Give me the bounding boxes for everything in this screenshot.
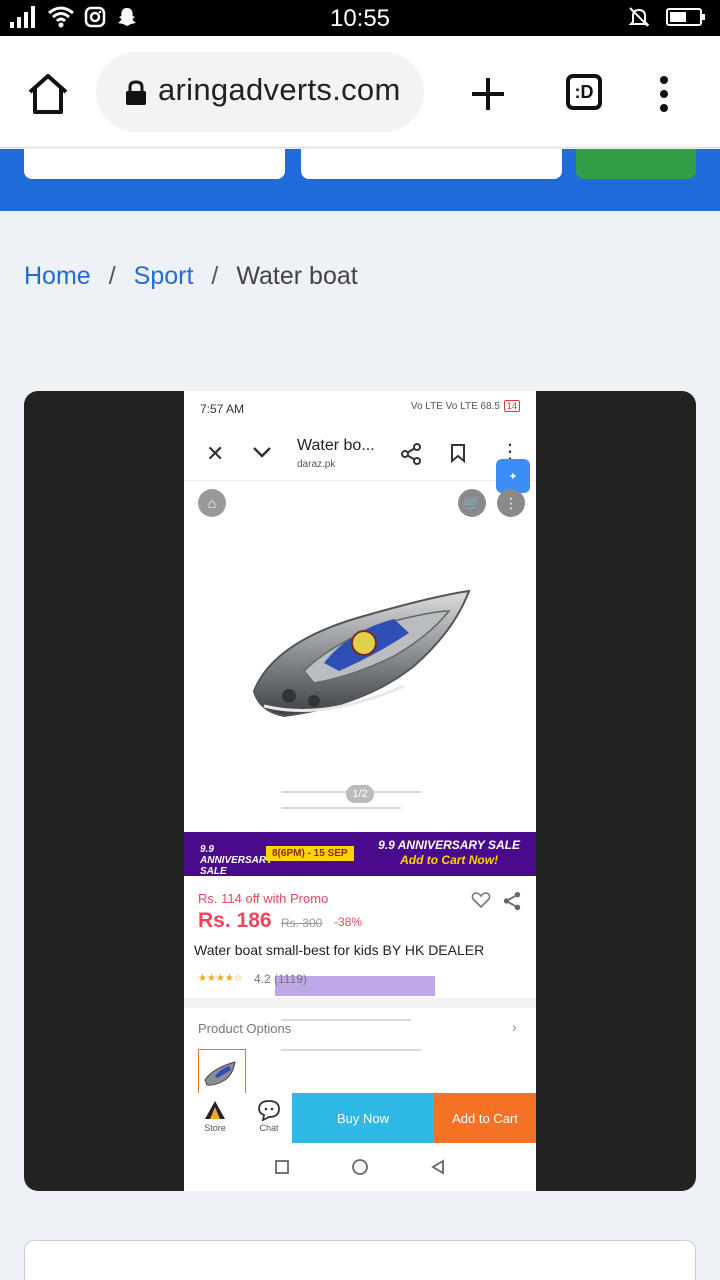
- section-divider: [184, 998, 536, 1008]
- rating-value: 4.2 (1119): [254, 972, 307, 986]
- chevron-right-icon: ›: [512, 1019, 517, 1035]
- ad-details-card: [24, 1240, 696, 1280]
- promo-right: 9.9 ANNIVERSARY SALE Add to Cart Now!: [378, 838, 520, 868]
- circle-nav-icon: [352, 1159, 368, 1175]
- toy-boat-image: [252, 589, 471, 718]
- heart-icon: [471, 892, 491, 909]
- promo-title: 9.9 ANNIVERSARY SALE: [200, 844, 273, 877]
- toy-boat-thumbnail: [204, 1061, 236, 1086]
- chat-icon: [258, 1100, 280, 1122]
- bookmark-icon: [451, 444, 465, 463]
- breadcrumb-separator: /: [211, 262, 219, 290]
- screenshot-toolbar: ✕ Water bo... daraz.pk ⋮: [184, 425, 536, 481]
- status-time: 10:55: [329, 5, 391, 32]
- screenshot-home-icon: ⌂: [198, 489, 226, 517]
- search-button[interactable]: [576, 149, 696, 179]
- promo-right-cta: Add to Cart Now!: [400, 853, 499, 867]
- store-logo-icon: [205, 1101, 225, 1119]
- square-nav-icon: [275, 1160, 290, 1174]
- breadcrumb-current: Water boat: [236, 262, 358, 290]
- search-keyword-field[interactable]: [24, 149, 285, 179]
- ad-image-gallery[interactable]: 7:57 AM Vo LTE Vo LTE 68.5 14 ✕ Water bo…: [24, 391, 696, 1191]
- image-counter: 1/2: [346, 785, 374, 803]
- chat-label: Chat: [259, 1123, 279, 1133]
- screenshot-battery: 14: [503, 400, 520, 412]
- promo-banner: 9.9 ANNIVERSARY SALE 8(6PM) - 15 SEP 9.9…: [184, 832, 536, 877]
- screenshot-bottom-bar: Store Chat Buy Now Add to Cart: [184, 1093, 536, 1143]
- address-bar[interactable]: aringadverts.com: [96, 52, 424, 132]
- breadcrumb-sport[interactable]: Sport: [134, 262, 194, 291]
- screenshot-page-domain: daraz.pk: [297, 459, 336, 470]
- promo-date: 8(6PM) - 15 SEP: [266, 846, 354, 861]
- new-tab-icon[interactable]: [466, 72, 510, 116]
- promo-discount-text: Rs. 114 off with Promo: [198, 891, 329, 906]
- chat-button: Chat: [254, 1099, 284, 1133]
- buy-now-button: Buy Now: [292, 1093, 434, 1143]
- breadcrumb-separator: /: [108, 262, 116, 290]
- discount-badge: -38%: [334, 915, 363, 929]
- bell-muted-icon: [628, 7, 650, 27]
- rating-stars: ★★★★☆: [198, 973, 243, 984]
- share-icon: [503, 891, 521, 911]
- product-price: Rs. 186: [198, 909, 272, 932]
- floating-bubble-icon: ✦: [496, 459, 530, 493]
- lock-icon[interactable]: [124, 80, 148, 106]
- share-icon: [401, 443, 421, 465]
- page: 10:55 aringadverts.com :D Home / Sport /…: [0, 0, 720, 1280]
- product-options-label: Product Options: [198, 1021, 292, 1036]
- status-bar: 10:55: [0, 0, 720, 36]
- chevron-down-icon: [253, 447, 271, 458]
- breadcrumb-home[interactable]: Home: [24, 262, 91, 291]
- screenshot-cart-icon: 🛒: [458, 489, 486, 517]
- breadcrumb: Home / Sport / Water boat: [24, 262, 358, 291]
- more-menu-icon[interactable]: [650, 72, 678, 116]
- product-name: Water boat small-best for kids BY HK DEA…: [194, 942, 485, 958]
- browser-toolbar: aringadverts.com :D: [0, 36, 720, 148]
- back-nav-icon: [430, 1159, 444, 1175]
- store-label: Store: [204, 1123, 226, 1133]
- screenshot-network-text: Vo LTE Vo LTE 68.5: [410, 400, 500, 412]
- screenshot-status-icons: Vo LTE Vo LTE 68.5 14: [411, 400, 520, 412]
- store-button: Store: [200, 1099, 230, 1133]
- battery-icon: [666, 8, 705, 26]
- original-price: Rs. 300: [281, 916, 323, 930]
- promo-right-title: 9.9 ANNIVERSARY SALE: [378, 838, 520, 852]
- screenshot-time: 7:57 AM: [200, 402, 245, 416]
- search-location-field[interactable]: [301, 149, 562, 179]
- screenshot-page-title: Water bo...: [297, 437, 375, 454]
- close-icon: ✕: [206, 441, 225, 466]
- screenshot-more-icon: ⋮: [497, 489, 525, 517]
- home-icon[interactable]: [24, 70, 72, 118]
- url-text[interactable]: aringadverts.com: [158, 72, 401, 108]
- screenshot-nav-bar: [184, 1143, 536, 1191]
- product-screenshot: 7:57 AM Vo LTE Vo LTE 68.5 14 ✕ Water bo…: [184, 391, 536, 1191]
- add-to-cart-button: Add to Cart: [434, 1093, 536, 1143]
- tab-switcher-button[interactable]: :D: [566, 74, 602, 110]
- option-thumbnail: [198, 1049, 246, 1097]
- screenshot-status-bar: 7:57 AM Vo LTE Vo LTE 68.5 14: [184, 391, 536, 425]
- status-right-icons: [628, 6, 706, 28]
